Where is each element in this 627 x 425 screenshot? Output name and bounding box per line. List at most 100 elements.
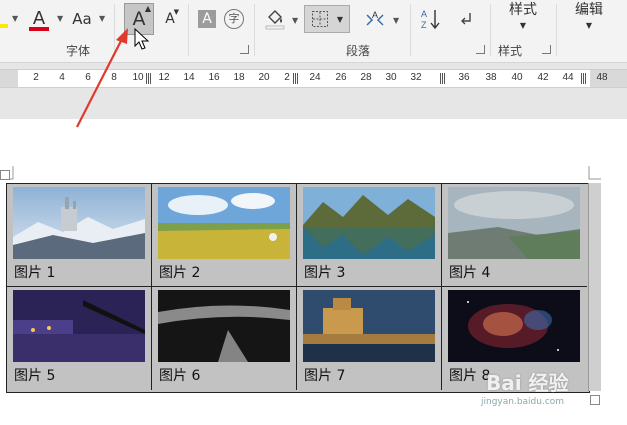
image-caption: 图片 7	[304, 368, 346, 384]
image-caption: 图片 6	[159, 368, 201, 384]
styles-group-label: 样式	[498, 44, 523, 58]
castle-bridge-night-photo[interactable]	[303, 290, 435, 362]
table-move-handle[interactable]	[0, 170, 10, 180]
asian-layout-button[interactable]: A	[360, 6, 390, 32]
ruler-number: 44	[562, 72, 574, 83]
borders-dropdown-icon: ▼	[336, 14, 344, 24]
ribbon-separator	[490, 4, 491, 56]
ruler-number: 20	[258, 72, 270, 83]
character-shading-letter: A	[198, 10, 216, 28]
ruler-number: 32	[410, 72, 422, 83]
image-caption: 图片 3	[304, 265, 346, 281]
table-cell[interactable]: 图片 4	[442, 184, 587, 287]
table-cell[interactable]: 图片 1	[7, 184, 152, 287]
borders-button[interactable]: ▼	[304, 5, 350, 33]
image-table[interactable]: 图片 1 图片 2 图片 3 图片 4 图片 5 图片 6 图片 7 图片 8	[6, 183, 590, 393]
ruler-number: 24	[309, 72, 321, 83]
ruler-number: 48	[596, 72, 608, 83]
column-marker[interactable]	[293, 73, 299, 84]
table-cell[interactable]: 图片 3	[297, 184, 442, 287]
ruler-number: 2	[284, 72, 290, 83]
svg-text:A: A	[421, 9, 427, 19]
enclose-char-label: 字	[224, 9, 244, 29]
asian-layout-dropdown-icon[interactable]: ▼	[393, 16, 399, 25]
change-case-button[interactable]: Aa	[68, 6, 96, 32]
highlight-color-button[interactable]	[0, 8, 10, 30]
column-marker[interactable]	[581, 73, 587, 84]
shading-dropdown-icon[interactable]: ▼	[292, 16, 298, 25]
ribbon-separator	[114, 4, 115, 56]
image-caption: 图片 5	[14, 368, 56, 384]
paragraph-dialog-launcher-icon[interactable]	[476, 45, 485, 54]
styles-button[interactable]: 样式 ▼	[496, 0, 550, 36]
editing-button[interactable]: 编辑 ▼	[562, 0, 616, 36]
change-case-dropdown-icon[interactable]: ▼	[99, 14, 105, 23]
grow-font-letter: A	[132, 8, 146, 30]
return-arrow-icon	[461, 13, 471, 25]
editing-dropdown-icon: ▼	[585, 20, 593, 30]
font-color-dropdown-icon[interactable]: ▼	[57, 14, 63, 23]
shading-button[interactable]	[262, 6, 288, 32]
grow-font-caret-icon: ▲	[144, 4, 151, 13]
ruler-number: 38	[485, 72, 497, 83]
character-shading-button[interactable]: A	[196, 8, 218, 30]
baidu-watermark-url: jingyan.baidu.com	[481, 397, 565, 407]
image-caption: 图片 2	[159, 265, 201, 281]
ruler-number: 12	[158, 72, 170, 83]
column-marker[interactable]	[440, 73, 446, 84]
shrink-font-caret-icon: ▼	[173, 8, 179, 16]
horizontal-ruler[interactable]: 2 4 6 8 10 12 14 16 18 20 2 24 26 28 30 …	[0, 69, 627, 88]
image-caption: 图片 1	[14, 265, 56, 281]
highlight-bar	[0, 24, 8, 28]
castle-photo[interactable]	[13, 187, 145, 259]
table-cell[interactable]: 图片 5	[7, 287, 152, 390]
shrink-font-button[interactable]: A ▼	[158, 6, 182, 32]
ruler-number: 10	[132, 72, 144, 83]
change-case-label: Aa	[72, 10, 92, 28]
meadow-photo[interactable]	[158, 187, 290, 259]
ribbon-separator	[556, 4, 557, 56]
font-group-label: 字体	[66, 44, 91, 58]
ribbon: ▼ A ▼ Aa ▼ A ▲ A ▼ A 字 字体 ▼ ▼ A ▼ A Z 段落…	[0, 0, 627, 63]
coastline-photo[interactable]	[448, 187, 580, 259]
column-marker[interactable]	[146, 73, 152, 84]
ruler-number: 4	[59, 72, 65, 83]
table-column-boundary[interactable]	[588, 183, 601, 391]
dark-sea-photo[interactable]	[158, 290, 290, 362]
table-cell[interactable]: 图片 6	[152, 287, 297, 390]
table-cell[interactable]: 图片 2	[152, 184, 297, 287]
enclose-characters-button[interactable]: 字	[222, 8, 246, 30]
ruler-number: 28	[360, 72, 372, 83]
sort-button[interactable]: A Z	[418, 6, 444, 32]
paragraph-group-label: 段落	[346, 44, 371, 58]
ruler-number: 8	[111, 72, 117, 83]
ruler-number: 42	[537, 72, 549, 83]
page-corner-mark-right	[588, 166, 601, 180]
svg-text:Z: Z	[421, 20, 427, 30]
mountain-lake-photo[interactable]	[303, 187, 435, 259]
ruler-area: 2 4 6 8 10 12 14 16 18 20 2 24 26 28 30 …	[0, 63, 627, 119]
ruler-left-margin	[0, 70, 18, 87]
borders-icon	[311, 11, 328, 27]
ruler-number: 6	[85, 72, 91, 83]
baidu-watermark: Bai 经验	[486, 371, 569, 395]
ribbon-separator	[188, 4, 189, 56]
styles-dropdown-icon: ▼	[519, 20, 527, 30]
font-color-button[interactable]: A	[26, 6, 52, 34]
asian-layout-icon: A	[366, 10, 384, 26]
svg-text:A: A	[372, 10, 378, 20]
styles-button-label: 样式	[509, 1, 537, 18]
table-resize-handle[interactable]	[590, 395, 600, 405]
ruler-number: 36	[458, 72, 470, 83]
styles-dialog-launcher-icon[interactable]	[542, 45, 551, 54]
ruler-number: 16	[208, 72, 220, 83]
highlight-dropdown-icon[interactable]: ▼	[12, 14, 18, 23]
nebula-photo[interactable]	[448, 290, 580, 362]
font-dialog-launcher-icon[interactable]	[240, 45, 249, 54]
night-bridge-photo[interactable]	[13, 290, 145, 362]
ruler-number: 14	[183, 72, 195, 83]
ruler-number: 30	[385, 72, 397, 83]
paragraph-mark-button[interactable]	[456, 8, 476, 30]
paint-bucket-icon	[265, 10, 285, 30]
table-cell[interactable]: 图片 7	[297, 287, 442, 390]
